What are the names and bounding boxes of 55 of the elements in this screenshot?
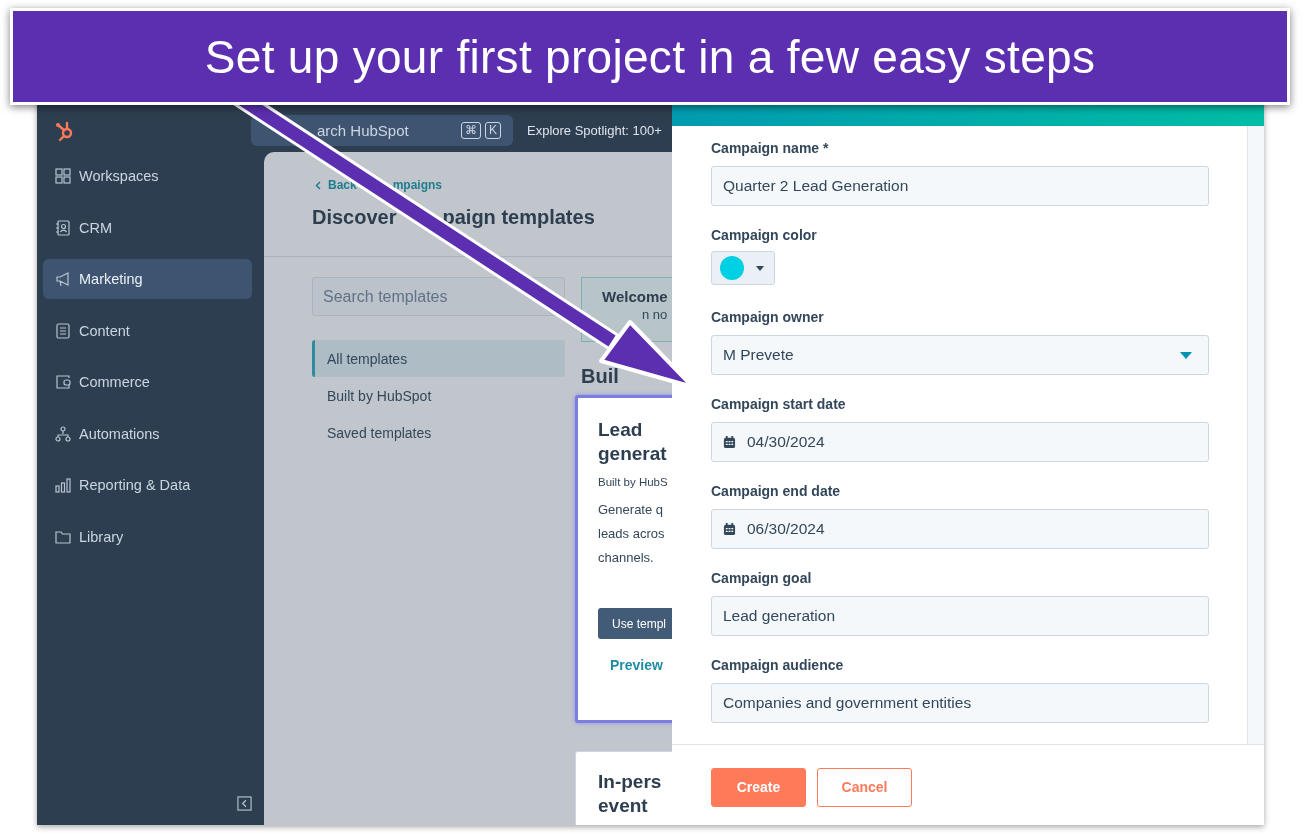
contact-card-icon bbox=[55, 219, 71, 236]
caret-icon bbox=[1180, 351, 1192, 359]
wallet-icon bbox=[55, 374, 71, 390]
owner-select[interactable]: M Prevete bbox=[711, 335, 1209, 375]
sidebar-item[interactable]: Workspaces bbox=[43, 156, 252, 196]
network-icon bbox=[55, 425, 71, 442]
color-picker[interactable] bbox=[711, 251, 775, 285]
caret-icon bbox=[756, 265, 764, 271]
grid-icon bbox=[55, 168, 71, 184]
field-label: Campaign start date bbox=[711, 396, 847, 414]
field-label: Campaign color bbox=[711, 227, 818, 245]
card-description: Generate q leads acros channels. bbox=[598, 501, 666, 567]
template-card[interactable]: Lead generat Built by HubS Generate q leads acros channels. Use templ Preview bbox=[575, 395, 672, 723]
preview-link[interactable]: Preview bbox=[610, 657, 672, 673]
card-title: In-pers event bbox=[598, 770, 663, 818]
sidebar-item[interactable]: Marketing bbox=[43, 259, 252, 299]
filter-item[interactable]: Saved templates bbox=[312, 414, 565, 451]
field-label: Campaign goal bbox=[711, 570, 813, 588]
input-field[interactable]: Lead generation bbox=[711, 596, 1209, 636]
folder-icon bbox=[55, 528, 71, 545]
calendar-icon bbox=[723, 435, 736, 449]
field-label: Campaign owner bbox=[711, 309, 825, 327]
date-field[interactable]: 06/30/2024 bbox=[711, 509, 1209, 549]
sidebar-item[interactable]: Automations bbox=[43, 413, 252, 454]
document-icon bbox=[55, 322, 71, 339]
calendar-icon bbox=[723, 522, 736, 536]
spotlight-text[interactable]: Explore Spotlight: 100+ bbox=[527, 123, 662, 138]
field-label: Campaign end date bbox=[711, 483, 842, 501]
filter-item[interactable]: Built by HubSpot bbox=[312, 377, 565, 414]
chevron-left-icon bbox=[315, 180, 321, 190]
shortcut-key: ⌘ bbox=[461, 122, 481, 139]
filter-item[interactable]: All templates bbox=[312, 340, 565, 377]
sidebar-item[interactable]: CRM bbox=[43, 207, 252, 248]
sidebar-item[interactable]: Reporting & Data bbox=[43, 465, 252, 505]
date-field[interactable]: 04/30/2024 bbox=[711, 422, 1209, 462]
welcome-title: Welcome bbox=[602, 288, 669, 305]
use-template-button[interactable]: Use templ bbox=[598, 608, 672, 639]
shortcut-key: K bbox=[485, 122, 501, 139]
welcome-text: n no bbox=[642, 307, 669, 322]
sidebar-item[interactable]: Content bbox=[43, 310, 252, 351]
section-heading: Buil bbox=[581, 365, 620, 387]
collapse-sidebar-icon[interactable] bbox=[237, 796, 252, 811]
field-label: Campaign audience bbox=[711, 657, 845, 675]
megaphone-icon bbox=[55, 271, 71, 287]
sidebar-item[interactable]: Commerce bbox=[43, 362, 252, 402]
bar-chart-icon bbox=[55, 477, 71, 493]
field-label: Campaign name * bbox=[711, 140, 830, 158]
card-title: Lead generat bbox=[598, 418, 668, 466]
banner-title: Set up your first project in a few easy steps bbox=[204, 29, 1096, 84]
page-title: Discover bbox=[312, 206, 397, 229]
card-source: Built by HubS bbox=[598, 476, 669, 488]
sidebar-item[interactable]: Library bbox=[43, 516, 252, 557]
input-field[interactable]: Quarter 2 Lead Generation bbox=[711, 166, 1209, 206]
template-card[interactable]: In-pers event bbox=[575, 751, 672, 825]
input-field[interactable]: Companies and government entities bbox=[711, 683, 1209, 723]
